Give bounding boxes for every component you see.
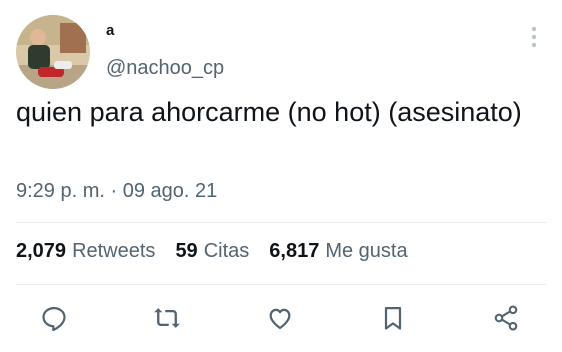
tweet-time: 9:29 p. m. — [16, 180, 105, 202]
more-options-button[interactable] — [522, 24, 546, 50]
display-name[interactable]: a — [106, 22, 114, 39]
share-icon — [494, 305, 518, 331]
heart-icon — [269, 308, 291, 330]
avatar[interactable] — [16, 15, 90, 89]
divider — [16, 222, 546, 223]
tweet-stats: 2,079 Retweets 59 Citas 6,817 Me gusta — [16, 240, 428, 263]
reply-icon — [42, 306, 66, 332]
action-bar — [0, 298, 562, 338]
meta-separator: · — [110, 180, 118, 202]
likes-count: 6,817 — [269, 240, 320, 262]
bookmark-icon — [384, 306, 402, 330]
retweets-label: Retweets — [72, 240, 156, 262]
tweet-timestamp[interactable]: 9:29 p. m. · 09 ago. 21 — [16, 180, 217, 203]
quotes-stat[interactable]: 59 Citas — [175, 240, 249, 263]
tweet-text: quien para ahorcarme (no hot) (asesinato… — [16, 97, 522, 127]
likes-label: Me gusta — [325, 240, 408, 262]
reply-button[interactable] — [34, 298, 74, 338]
retweet-button[interactable] — [147, 298, 187, 338]
more-vertical-icon — [531, 26, 537, 48]
quotes-count: 59 — [175, 240, 198, 262]
user-handle[interactable]: @nachoo_cp — [106, 57, 224, 80]
retweets-stat[interactable]: 2,079 Retweets — [16, 240, 155, 263]
quotes-label: Citas — [203, 240, 250, 262]
retweets-count: 2,079 — [16, 240, 67, 262]
avatar-image — [16, 15, 90, 89]
share-button[interactable] — [486, 298, 526, 338]
divider — [16, 284, 546, 285]
tweet-date: 09 ago. 21 — [122, 180, 218, 202]
likes-stat[interactable]: 6,817 Me gusta — [269, 240, 407, 263]
retweet-icon — [154, 308, 180, 328]
like-button[interactable] — [260, 298, 300, 338]
bookmark-button[interactable] — [373, 298, 413, 338]
